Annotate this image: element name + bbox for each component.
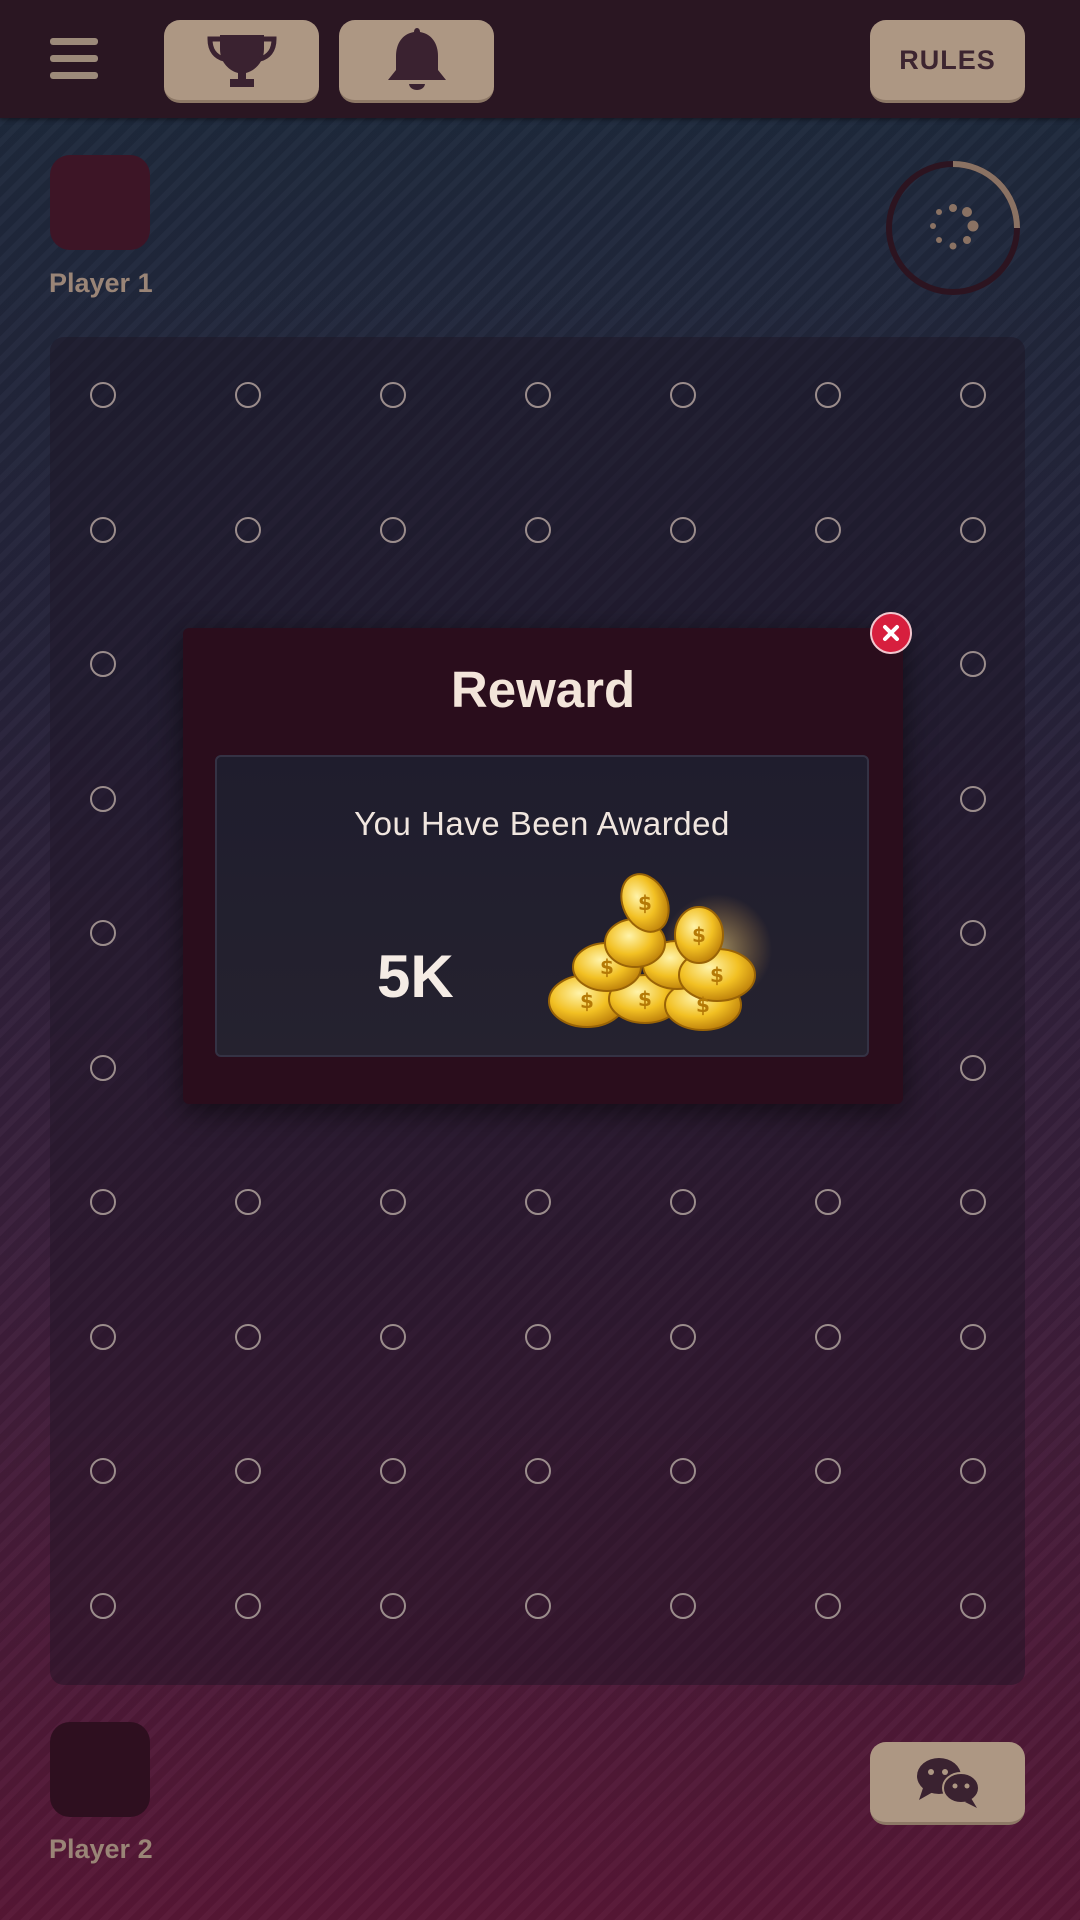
trophy-button[interactable] (164, 20, 319, 103)
top-bar: RULES (0, 0, 1080, 118)
chat-button[interactable] (870, 1742, 1025, 1825)
board-dot[interactable] (670, 1592, 696, 1619)
gold-coins-icon: $ $ $ $ $$ $ (548, 873, 772, 1031)
board-dot[interactable] (235, 1323, 261, 1350)
board-dot[interactable] (380, 382, 406, 408)
board-dot[interactable] (90, 651, 116, 677)
board-dot[interactable] (235, 1189, 261, 1215)
board-dot[interactable] (90, 1592, 116, 1619)
trophy-icon (206, 35, 277, 87)
board-dot[interactable] (960, 1189, 986, 1215)
board-dot[interactable] (815, 1323, 841, 1350)
board-dot[interactable] (960, 382, 986, 408)
board-dot[interactable] (90, 1189, 116, 1215)
board-dot[interactable] (380, 1458, 406, 1484)
board-dot[interactable] (960, 1592, 986, 1619)
svg-text:$: $ (638, 987, 652, 1011)
board-dot[interactable] (815, 516, 841, 543)
board-dot[interactable] (90, 920, 116, 946)
loading-spinner-icon (930, 204, 979, 250)
board-dot[interactable] (380, 1323, 406, 1350)
board-dot[interactable] (90, 1323, 116, 1350)
board-dot[interactable] (380, 1592, 406, 1619)
board-dot[interactable] (380, 516, 406, 543)
board-dot[interactable] (960, 651, 986, 677)
svg-text:$: $ (580, 989, 594, 1013)
board-dot[interactable] (670, 1323, 696, 1350)
board-dot[interactable] (815, 1458, 841, 1484)
board-dot[interactable] (960, 1458, 986, 1484)
board-dot[interactable] (90, 1458, 116, 1484)
svg-text:$: $ (696, 993, 710, 1017)
board-dot[interactable] (960, 1054, 986, 1081)
board-dot[interactable] (670, 1189, 696, 1215)
board-dot[interactable] (815, 1592, 841, 1619)
player1-avatar (50, 155, 150, 250)
board-dot[interactable] (235, 382, 261, 408)
board-dot[interactable] (525, 516, 551, 543)
board-dot[interactable] (525, 1592, 551, 1619)
reward-amount: 5K (377, 943, 454, 1010)
turn-timer (886, 161, 1020, 295)
board-dot[interactable] (960, 785, 986, 812)
rules-button[interactable]: RULES (870, 20, 1025, 103)
notifications-button[interactable] (339, 20, 494, 103)
board-dot[interactable] (960, 1323, 986, 1350)
board-dot[interactable] (235, 516, 261, 543)
board-dot[interactable] (815, 382, 841, 408)
hamburger-menu-icon[interactable] (44, 34, 104, 84)
board-dot[interactable] (235, 1458, 261, 1484)
svg-text:$: $ (692, 923, 706, 947)
board-dot[interactable] (525, 1458, 551, 1484)
reward-panel: You Have Been Awarded 5K $ $ $ $ $ $ $ (215, 755, 869, 1057)
board-dot[interactable] (90, 516, 116, 543)
svg-text:$: $ (638, 891, 652, 915)
svg-text:$: $ (710, 963, 724, 987)
reward-modal: Reward You Have Been Awarded 5K $ $ $ $ … (183, 628, 903, 1104)
board-dot[interactable] (815, 1189, 841, 1215)
board-dot[interactable] (525, 382, 551, 408)
player2-name: Player 2 (49, 1834, 153, 1864)
close-button[interactable] (870, 612, 912, 654)
close-icon (883, 625, 899, 641)
board-dot[interactable] (90, 382, 116, 408)
board-dot[interactable] (235, 1592, 261, 1619)
player2-avatar (50, 1722, 150, 1817)
board-dot[interactable] (670, 382, 696, 408)
award-message: You Have Been Awarded (354, 805, 730, 842)
board-dot[interactable] (960, 516, 986, 543)
board-dot[interactable] (90, 1054, 116, 1081)
board-dot[interactable] (90, 785, 116, 812)
modal-title: Reward (450, 661, 636, 718)
svg-text:$: $ (600, 955, 614, 979)
board-dot[interactable] (525, 1323, 551, 1350)
bell-icon (387, 28, 446, 90)
board-dot[interactable] (670, 516, 696, 543)
chat-bubbles-icon (916, 1758, 980, 1808)
board-dot[interactable] (670, 1458, 696, 1484)
board-dot[interactable] (380, 1189, 406, 1215)
player1-name: Player 1 (49, 268, 153, 298)
board-dot[interactable] (960, 920, 986, 946)
board-dot[interactable] (525, 1189, 551, 1215)
